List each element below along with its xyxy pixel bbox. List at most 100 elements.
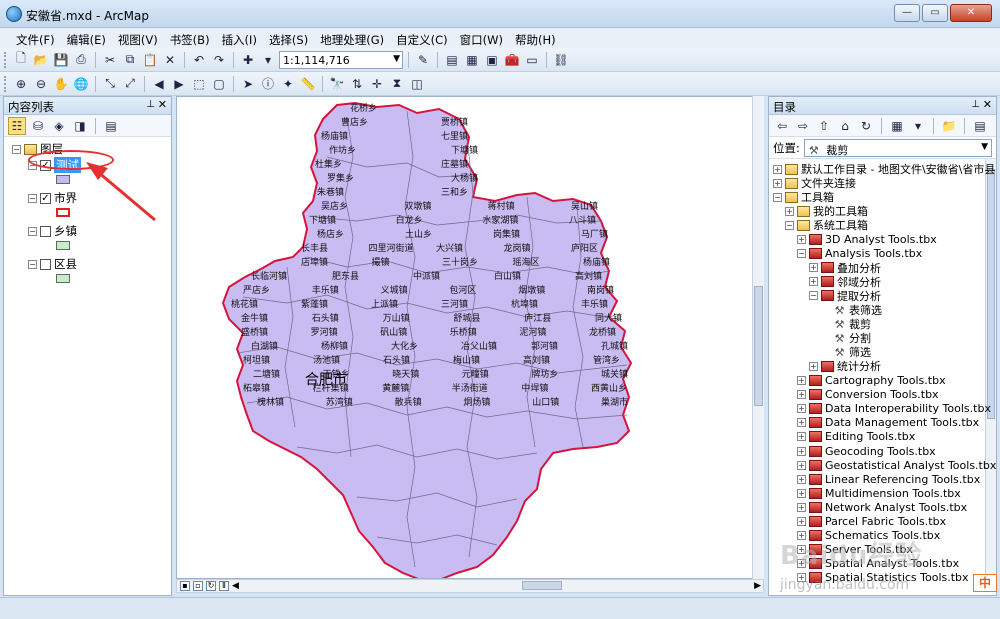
expand-icon[interactable]: + [797, 432, 806, 442]
catalog-tree-item[interactable]: + 统计分析 [809, 359, 881, 373]
ime-indicator[interactable]: 中 [973, 574, 997, 592]
select-elements-arrow-icon[interactable]: ➤ [239, 75, 257, 93]
up-one-level-icon[interactable]: ⇧ [815, 117, 833, 135]
model-builder-icon[interactable]: ⛓ [552, 51, 570, 69]
add-data-icon[interactable]: ✚ [239, 51, 257, 69]
home-icon[interactable]: ⌂ [836, 117, 854, 135]
scroll-right-arrow-icon[interactable]: ▶ [754, 581, 761, 591]
catalog-tree-item[interactable]: ⚒ 筛选 [821, 345, 871, 360]
expand-icon[interactable]: + [797, 390, 806, 400]
close-button[interactable]: ✕ [950, 4, 992, 22]
expand-icon[interactable]: + [797, 446, 806, 456]
scroll-thumb[interactable] [521, 581, 562, 590]
expand-icon[interactable]: + [809, 277, 818, 287]
select-features-icon[interactable]: ⬚ [190, 75, 208, 93]
collapse-icon[interactable]: − [28, 259, 37, 269]
catalog-tree-item[interactable]: + Multidimension Tools.tbx [797, 486, 961, 500]
redo-icon[interactable]: ↷ [210, 51, 228, 69]
catalog-tree-item[interactable]: + Geostatistical Analyst Tools.tbx [797, 458, 996, 472]
undo-icon[interactable]: ↶ [190, 51, 208, 69]
minimize-button[interactable]: — [894, 4, 920, 22]
expand-icon[interactable]: + [797, 404, 806, 414]
catalog-tree-item[interactable]: + 默认工作目录 - 地图文件\安徽省\省市县 [773, 162, 995, 176]
location-combobox[interactable]: ⚒ 裁剪 ▼ [803, 138, 992, 157]
catalog-tree-item[interactable]: − 工具箱 [773, 190, 834, 204]
maximize-button[interactable]: ▭ [922, 4, 948, 22]
expand-icon[interactable]: + [797, 517, 806, 526]
expand-icon[interactable]: + [773, 164, 782, 174]
python-window-icon[interactable]: ▭ [523, 51, 541, 69]
catalog-tree-item[interactable]: ⚒ 分割 [821, 331, 871, 346]
expand-icon[interactable]: + [809, 361, 818, 371]
toggle-contents-icon[interactable]: ▤ [971, 117, 989, 135]
table-of-contents-icon[interactable]: ▤ [443, 51, 461, 69]
catalog-tree-item[interactable]: + 邻域分析 [809, 275, 881, 289]
expand-icon[interactable]: + [773, 178, 782, 188]
catalog-tree-item[interactable]: ⚒ 表筛选 [821, 303, 882, 318]
catalog-tree-item[interactable]: + Cartography Tools.tbx [797, 374, 946, 388]
map-vertical-scrollbar[interactable] [752, 96, 764, 579]
close-icon[interactable]: ✕ [983, 98, 992, 111]
expand-icon[interactable]: + [797, 376, 806, 385]
forward-arrow-icon[interactable]: ⇨ [794, 117, 812, 135]
connect-folder-icon[interactable]: 📁 [940, 117, 958, 135]
map-scale-combobox[interactable]: 1:1,114,716 ▼ [279, 50, 403, 69]
catalog-tree-item[interactable]: +3D Analyst Tools.tbx [797, 233, 937, 247]
collapse-icon[interactable]: − [797, 249, 806, 259]
catalog-tree-item[interactable]: − Analysis Tools.tbx [797, 247, 922, 261]
pin-icon[interactable]: ⊥ [971, 99, 980, 110]
scroll-thumb[interactable] [987, 169, 995, 419]
catalog-tree-item[interactable]: + Editing Tools.tbx [797, 430, 915, 444]
catalog-tree-item[interactable]: + Data Management Tools.tbx [797, 416, 979, 430]
expand-icon[interactable]: + [809, 263, 818, 273]
scroll-left-arrow-icon[interactable]: ◀ [232, 581, 239, 591]
catalog-window-icon[interactable]: ▦ [463, 51, 481, 69]
expand-icon[interactable]: + [797, 474, 806, 484]
expand-icon[interactable]: + [797, 460, 806, 470]
search-window-icon[interactable]: ▣ [483, 51, 501, 69]
county-region-polygon[interactable] [221, 101, 633, 579]
refresh-icon[interactable]: ↻ [857, 117, 875, 135]
chevron-down-icon[interactable]: ▼ [393, 54, 400, 64]
menu-selection[interactable]: 选择(S) [263, 28, 314, 48]
expand-icon[interactable]: + [797, 502, 806, 512]
catalog-tree-item[interactable]: + 叠加分析 [809, 261, 881, 275]
chevron-down-icon[interactable]: ▾ [909, 117, 927, 135]
map-horizontal-scrollbar[interactable] [242, 581, 751, 591]
html-popup-icon[interactable]: ✦ [279, 75, 297, 93]
catalog-tree-item[interactable]: − 系统工具箱 [785, 218, 868, 232]
catalog-tree-item[interactable]: + Conversion Tools.tbx [797, 388, 939, 402]
layout-view-icon[interactable]: ▫ [193, 581, 203, 591]
chevron-down-icon[interactable]: ▼ [981, 142, 988, 152]
catalog-tree-item[interactable]: + 我的工具箱 [785, 204, 868, 218]
catalog-tree-item[interactable]: + Parcel Fabric Tools.tbx [797, 515, 946, 529]
identify-icon[interactable]: ⓘ [259, 75, 277, 93]
menu-help[interactable]: 帮助(H) [509, 28, 562, 48]
expand-icon[interactable]: + [797, 235, 806, 244]
catalog-tree-item[interactable]: + 文件夹连接 [773, 176, 856, 190]
menu-insert[interactable]: 插入(I) [216, 28, 263, 48]
find-binoculars-icon[interactable]: 🔭 [328, 75, 346, 93]
catalog-tree-item[interactable]: − 提取分析 [809, 289, 881, 303]
editor-toolbar-icon[interactable]: ✎ [414, 51, 432, 69]
catalog-scrollbar[interactable] [985, 159, 996, 589]
catalog-tree-item[interactable]: + Linear Referencing Tools.tbx [797, 472, 980, 486]
layer-symbol-swatch[interactable] [56, 274, 70, 283]
dropdown-arrow-icon[interactable]: ▾ [259, 51, 277, 69]
collapse-icon[interactable]: − [785, 220, 794, 230]
forward-arrow-icon[interactable]: ▶ [170, 75, 188, 93]
measure-icon[interactable]: 📏 [299, 75, 317, 93]
collapse-icon[interactable]: − [773, 192, 782, 202]
find-route-icon[interactable]: ⇅ [348, 75, 366, 93]
collapse-icon[interactable]: − [809, 291, 818, 301]
viewer-window-icon[interactable]: ◫ [408, 75, 426, 93]
expand-icon[interactable]: + [785, 206, 794, 216]
layer-item-quxian[interactable]: − 区县 [28, 256, 77, 272]
expand-icon[interactable]: + [797, 418, 806, 428]
back-arrow-icon[interactable]: ⇦ [773, 117, 791, 135]
layer-visibility-checkbox[interactable] [40, 258, 51, 270]
menu-windows[interactable]: 窗口(W) [454, 28, 509, 48]
menu-geoprocessing[interactable]: 地理处理(G) [314, 28, 390, 48]
scroll-thumb[interactable] [754, 286, 763, 406]
pause-drawing-icon[interactable]: Ⅱ [219, 581, 229, 591]
